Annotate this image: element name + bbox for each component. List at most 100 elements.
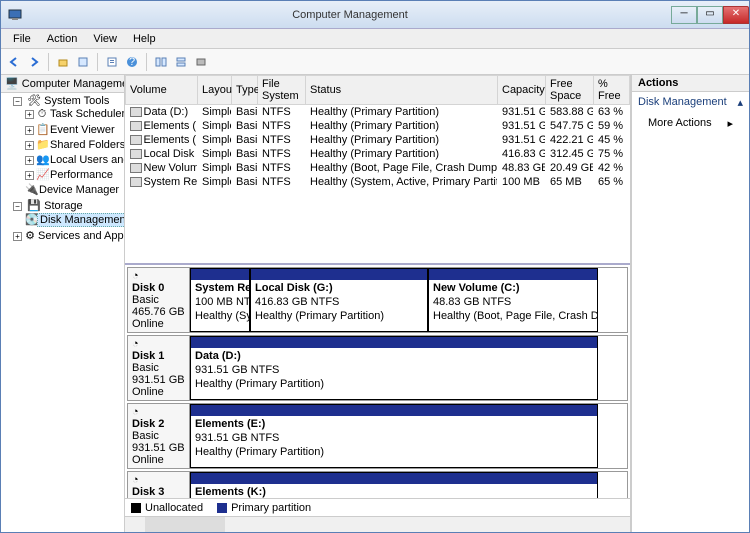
partition-status: Healthy (Primary Partition)	[255, 310, 384, 322]
close-button[interactable]: ✕	[723, 6, 749, 24]
back-button[interactable]	[5, 53, 23, 71]
toolbar-icon-4[interactable]	[172, 53, 190, 71]
col-capacity[interactable]: Capacity	[498, 76, 546, 105]
partition-sub: 416.83 GB NTFS	[255, 296, 339, 308]
disk-graphical-view[interactable]: ◔Disk 0Basic465.76 GBOnlineSystem Reserv…	[125, 265, 630, 498]
minimize-button[interactable]: ─	[671, 6, 697, 24]
disk-size: 465.76 GB	[132, 306, 185, 318]
more-actions-link[interactable]: More Actions ▸	[632, 113, 749, 134]
partition[interactable]: System Reserved100 MB NTFSHealthy (Syste…	[190, 268, 250, 332]
volume-row[interactable]: Data (D:)SimpleBasicNTFSHealthy (Primary…	[126, 105, 630, 120]
volume-row[interactable]: System ReservedSimpleBasicNTFSHealthy (S…	[126, 175, 630, 189]
menu-action[interactable]: Action	[39, 31, 86, 47]
clock-icon: ⏱	[36, 108, 48, 121]
disk-row[interactable]: ◔Disk 3Basic931.51 GBOnlineElements (K:)…	[127, 471, 628, 498]
volume-capacity: 416.83 GB	[498, 147, 546, 161]
computer-icon: 🖥️	[5, 78, 19, 90]
partition[interactable]: New Volume (C:)48.83 GB NTFSHealthy (Boo…	[428, 268, 598, 332]
volume-row[interactable]: Local Disk (G:)SimpleBasicNTFSHealthy (P…	[126, 147, 630, 161]
col-volume[interactable]: Volume	[126, 76, 198, 105]
tree-disk-management[interactable]: 💽Disk Management	[25, 212, 124, 227]
tree-event-viewer[interactable]: +📋Event Viewer	[25, 122, 124, 137]
computer-management-window: Computer Management ─ ▭ ✕ File Action Vi…	[0, 0, 750, 533]
expand-icon[interactable]: +	[25, 156, 34, 165]
expand-icon[interactable]: +	[25, 110, 34, 119]
volume-row[interactable]: New Volume (C:)SimpleBasicNTFSHealthy (B…	[126, 161, 630, 175]
volume-row[interactable]: Elements (K:)SimpleBasicNTFSHealthy (Pri…	[126, 133, 630, 147]
tree-pane[interactable]: 🖥️ Computer Management (Local) − 🛠 Syste…	[1, 75, 125, 532]
toolbar-icon-2[interactable]	[74, 53, 92, 71]
tree-root-row[interactable]: 🖥️ Computer Management (Local)	[1, 75, 124, 93]
title-bar[interactable]: Computer Management ─ ▭ ✕	[1, 1, 749, 29]
volume-type: Basic	[232, 119, 258, 133]
partition-title: Elements (K:)	[195, 486, 266, 498]
tree-device-manager[interactable]: 🔌Device Manager	[25, 182, 124, 197]
tree-local-users[interactable]: +👥Local Users and Groups	[25, 152, 124, 167]
tree-task-scheduler[interactable]: +⏱Task Scheduler	[25, 107, 124, 122]
disk-row[interactable]: ◔Disk 2Basic931.51 GBOnlineElements (E:)…	[127, 403, 628, 469]
horizontal-scrollbar[interactable]	[125, 516, 630, 532]
disk-name: Disk 2	[132, 418, 185, 430]
volume-type: Basic	[232, 105, 258, 120]
volume-layout: Simple	[198, 161, 232, 175]
disk-icon: ◔	[132, 406, 139, 418]
col-pctfree[interactable]: % Free	[594, 76, 630, 105]
volume-free: 20.49 GB	[546, 161, 594, 175]
disk-row[interactable]: ◔Disk 1Basic931.51 GBOnlineData (D:)931.…	[127, 335, 628, 401]
col-filesystem[interactable]: File System	[258, 76, 306, 105]
volume-list[interactable]: Volume Layout Type File System Status Ca…	[125, 75, 630, 265]
expand-icon[interactable]: +	[25, 141, 34, 150]
up-button[interactable]	[54, 53, 72, 71]
col-status[interactable]: Status	[306, 76, 498, 105]
tree-system-tools[interactable]: − 🛠 System Tools +⏱Task Scheduler +📋Even…	[13, 93, 124, 198]
disk-row[interactable]: ◔Disk 0Basic465.76 GBOnlineSystem Reserv…	[127, 267, 628, 333]
menu-help[interactable]: Help	[125, 31, 164, 47]
partition[interactable]: Data (D:)931.51 GB NTFSHealthy (Primary …	[190, 336, 598, 400]
disk-header[interactable]: ◔Disk 0Basic465.76 GBOnline	[128, 268, 190, 332]
partition-title: System Reserved	[195, 282, 249, 294]
properties-button[interactable]	[103, 53, 121, 71]
volume-fs: NTFS	[258, 119, 306, 133]
maximize-button[interactable]: ▭	[697, 6, 723, 24]
disk-icon: ◔	[132, 474, 139, 486]
tree-shared-folders[interactable]: +📁Shared Folders	[25, 137, 124, 152]
disk-size: 931.51 GB	[132, 442, 185, 454]
col-type[interactable]: Type	[232, 76, 258, 105]
partition[interactable]: Elements (E:)931.51 GB NTFSHealthy (Prim…	[190, 404, 598, 468]
collapse-icon[interactable]: −	[13, 202, 22, 211]
toolbar-icon-3[interactable]	[152, 53, 170, 71]
volume-table: Volume Layout Type File System Status Ca…	[125, 75, 630, 189]
actions-pane: Actions Disk Management ▴ More Actions ▸	[631, 75, 749, 532]
disk-header[interactable]: ◔Disk 1Basic931.51 GBOnline	[128, 336, 190, 400]
volume-capacity: 100 MB	[498, 175, 546, 189]
partition-status: Healthy (System	[195, 310, 249, 322]
partition-title: Local Disk (G:)	[255, 282, 333, 294]
menu-file[interactable]: File	[5, 31, 39, 47]
tree-services-apps[interactable]: +⚙Services and Applications	[13, 228, 124, 243]
expand-icon[interactable]: +	[25, 126, 34, 135]
expand-icon[interactable]: +	[13, 232, 22, 241]
partition-sub: 48.83 GB NTFS	[433, 296, 511, 308]
forward-button[interactable]	[25, 53, 43, 71]
disk-header[interactable]: ◔Disk 3Basic931.51 GBOnline	[128, 472, 190, 498]
tree-storage[interactable]: − 💾 Storage 💽Disk Management	[13, 198, 124, 228]
partition[interactable]: Local Disk (G:) 416.83 GB NTFS Healthy (Pr…	[250, 268, 428, 332]
col-freespace[interactable]: Free Space	[546, 76, 594, 105]
disk-state: Online	[132, 386, 164, 398]
tree-performance[interactable]: +📈Performance	[25, 167, 124, 182]
expand-icon[interactable]: +	[25, 171, 34, 180]
volume-name: Elements (K:)	[126, 133, 198, 147]
partition-title: New Volume (C:)	[433, 282, 520, 294]
partition-sub: 931.51 GB NTFS	[195, 364, 279, 376]
volume-header-row[interactable]: Volume Layout Type File System Status Ca…	[126, 76, 630, 105]
help-button[interactable]: ?	[123, 53, 141, 71]
chevron-up-icon[interactable]: ▴	[737, 96, 743, 109]
menu-view[interactable]: View	[85, 31, 125, 47]
disk-header[interactable]: ◔Disk 2Basic931.51 GBOnline	[128, 404, 190, 468]
collapse-icon[interactable]: −	[13, 97, 22, 106]
toolbar-icon-5[interactable]	[192, 53, 210, 71]
volume-row[interactable]: Elements (E:)SimpleBasicNTFSHealthy (Pri…	[126, 119, 630, 133]
disk-state: Online	[132, 318, 164, 330]
col-layout[interactable]: Layout	[198, 76, 232, 105]
partition[interactable]: Elements (K:)931.51 GB NTFSHealthy (Prim…	[190, 472, 598, 498]
